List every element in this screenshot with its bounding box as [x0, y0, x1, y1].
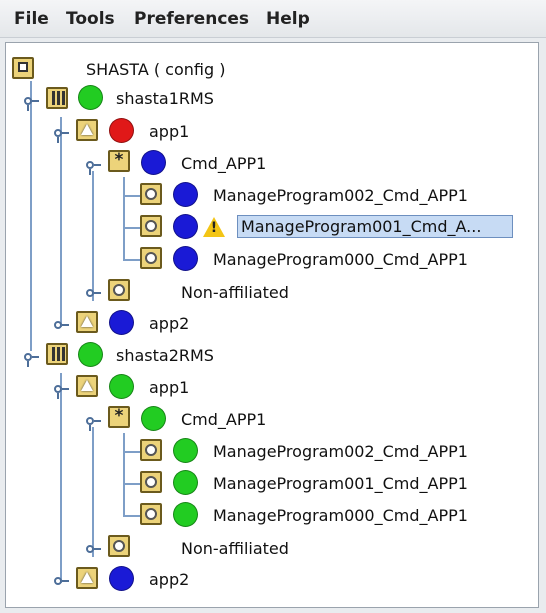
tree-item-label[interactable]: Cmd_APP1 [181, 410, 266, 429]
resource-icon [108, 279, 130, 301]
collapse-toggle[interactable] [86, 543, 101, 557]
status-offline-icon [173, 182, 198, 207]
tree-connector [123, 259, 141, 261]
command-group-icon: * [108, 406, 130, 428]
application-icon [76, 567, 98, 589]
resource-icon [140, 215, 162, 237]
tree-root-label[interactable]: SHASTA ( config ) [86, 60, 225, 79]
tree-connector [30, 81, 32, 351]
tree-connector [123, 451, 141, 453]
application-icon [76, 311, 98, 333]
menu-bar: File Tools Preferences Help [0, 0, 546, 38]
command-group-icon: * [108, 150, 130, 172]
resource-icon [140, 439, 162, 461]
collapse-toggle[interactable] [54, 575, 69, 589]
status-faulted-icon [109, 118, 134, 143]
tree-item-label[interactable]: app1 [149, 122, 189, 141]
tree-item-label[interactable]: app2 [149, 314, 189, 333]
expand-toggle[interactable] [54, 383, 69, 399]
status-offline-icon [173, 214, 198, 239]
status-offline-icon [109, 310, 134, 335]
tree-connector [92, 427, 94, 557]
tree-item-label[interactable]: Non-affiliated [181, 539, 289, 558]
expand-toggle[interactable] [54, 127, 69, 143]
cluster-node-icon [46, 343, 68, 365]
status-online-icon [173, 502, 198, 527]
menu-preferences[interactable]: Preferences [134, 9, 249, 29]
tree-item-label-selected[interactable]: ManageProgram001_Cmd_A... [237, 215, 513, 238]
expand-toggle[interactable] [86, 159, 101, 175]
menu-help[interactable]: Help [266, 9, 310, 29]
application-icon [76, 375, 98, 397]
status-online-icon [109, 374, 134, 399]
tree-item-label[interactable]: ManageProgram002_Cmd_APP1 [213, 442, 468, 461]
cluster-tree[interactable]: SHASTA ( config ) shasta1RMS app1 * Cmd_… [5, 42, 539, 608]
tree-connector [92, 171, 94, 301]
status-offline-icon [109, 566, 134, 591]
resource-icon [108, 535, 130, 557]
resource-icon [140, 183, 162, 205]
warning-mark: ! [210, 220, 218, 236]
status-online-icon [173, 470, 198, 495]
tree-item-label[interactable]: Non-affiliated [181, 283, 289, 302]
tree-item-label[interactable]: Cmd_APP1 [181, 154, 266, 173]
tree-connector [123, 515, 141, 517]
tree-connector [60, 373, 62, 583]
expand-toggle[interactable] [86, 415, 101, 431]
resource-icon [140, 247, 162, 269]
tree-connector [123, 483, 141, 485]
collapse-toggle[interactable] [86, 287, 101, 301]
tree-item-label[interactable]: app2 [149, 570, 189, 589]
resource-icon [140, 471, 162, 493]
tree-item-label[interactable]: ManageProgram002_Cmd_APP1 [213, 186, 468, 205]
expand-toggle[interactable] [24, 351, 39, 367]
cluster-node-icon [46, 87, 68, 109]
status-online-icon [141, 406, 166, 431]
tree-connector [60, 117, 62, 327]
status-offline-icon [141, 150, 166, 175]
expand-toggle[interactable] [24, 95, 39, 111]
root-icon [12, 57, 34, 79]
menu-tools[interactable]: Tools [66, 9, 115, 29]
status-offline-icon [173, 246, 198, 271]
tree-connector [123, 195, 141, 197]
status-online-icon [173, 438, 198, 463]
tree-connector [123, 227, 141, 229]
tree-item-label[interactable]: app1 [149, 378, 189, 397]
collapse-toggle[interactable] [54, 319, 69, 333]
status-online-icon [78, 85, 103, 110]
tree-item-label[interactable]: ManageProgram001_Cmd_APP1 [213, 474, 468, 493]
status-online-icon [78, 342, 103, 367]
application-icon [76, 119, 98, 141]
tree-item-label[interactable]: ManageProgram000_Cmd_APP1 [213, 506, 468, 525]
tree-connector [123, 177, 125, 261]
tree-item-label[interactable]: shasta1RMS [116, 89, 214, 108]
tree-item-label[interactable]: shasta2RMS [116, 346, 214, 365]
tree-item-label[interactable]: ManageProgram000_Cmd_APP1 [213, 250, 468, 269]
resource-icon [140, 503, 162, 525]
menu-file[interactable]: File [14, 9, 49, 29]
tree-connector [123, 433, 125, 517]
